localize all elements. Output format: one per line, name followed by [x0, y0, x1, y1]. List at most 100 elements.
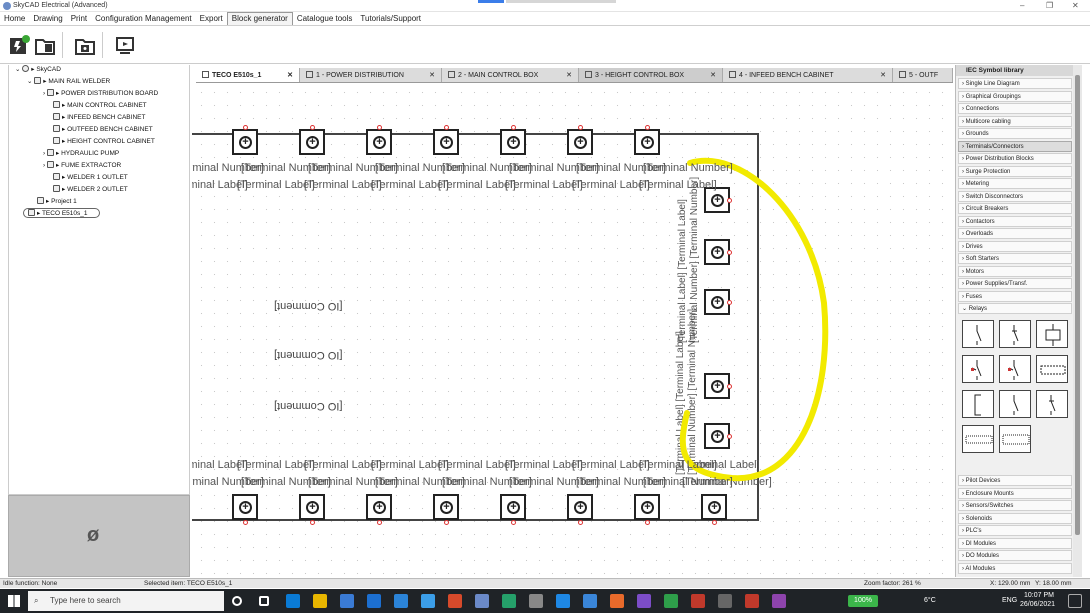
library-category[interactable]: › Grounds	[958, 128, 1072, 139]
terminal-bottom[interactable]: +	[366, 494, 392, 520]
app-icon[interactable]	[718, 594, 732, 608]
menu-print[interactable]: Print	[67, 12, 91, 25]
relay-symbol-nc-contact[interactable]	[999, 320, 1031, 348]
firefox-icon[interactable]	[610, 594, 624, 608]
terminal-number-label[interactable]: [Terminal Number]	[643, 162, 733, 174]
library-scrollbar[interactable]	[1073, 65, 1082, 577]
library-category[interactable]: › Pilot Devices	[958, 475, 1072, 486]
library-category[interactable]: › Sensors/Switches	[958, 500, 1072, 511]
scrollbar-thumb[interactable]	[1075, 75, 1080, 535]
library-category[interactable]: › Drives	[958, 240, 1072, 252]
connection-pin[interactable]	[727, 198, 732, 203]
connection-pin[interactable]	[727, 250, 732, 255]
minimize-icon[interactable]: –	[1020, 1, 1024, 10]
store-icon[interactable]	[340, 594, 354, 608]
library-category[interactable]: › PLC's	[958, 525, 1072, 536]
close-tab-icon[interactable]: ✕	[710, 68, 716, 82]
chrome-icon[interactable]	[502, 594, 516, 608]
relay-symbol-coil[interactable]	[1036, 320, 1068, 348]
terminal-label[interactable]: [Terminal Label]	[371, 459, 449, 471]
connection-pin[interactable]	[377, 520, 382, 525]
io-comment[interactable]: [IO Comment]	[274, 400, 342, 412]
edit-block-icon[interactable]	[74, 34, 96, 56]
skype-icon[interactable]	[556, 594, 570, 608]
connection-pin[interactable]	[243, 125, 248, 130]
menu-home[interactable]: Home	[0, 12, 29, 25]
connection-pin[interactable]	[727, 434, 732, 439]
app-icon[interactable]	[691, 594, 705, 608]
tree-project-main-rail-welder[interactable]: ⌄ ▸ MAIN RAIL WELDER	[27, 77, 110, 87]
terminal-top[interactable]: +	[299, 129, 325, 155]
terminal-label[interactable]: [Terminal Label]	[505, 459, 583, 471]
library-category[interactable]: › Metering	[958, 178, 1072, 189]
terminal-label[interactable]: [Terminal Label]	[237, 179, 315, 191]
library-category[interactable]: › Enclosure Mounts	[958, 487, 1072, 499]
connection-pin[interactable]	[511, 520, 516, 525]
taskbar-search-input[interactable]: ⌕ Type here to search	[28, 591, 224, 611]
relay-symbol-timer-nc[interactable]	[999, 355, 1031, 383]
menu-catalogue-tools[interactable]: Catalogue tools	[293, 12, 357, 25]
close-tab-icon[interactable]: ✕	[880, 68, 886, 82]
terminal-bottom[interactable]: +	[433, 494, 459, 520]
terminal-top[interactable]: +	[567, 129, 593, 155]
connection-pin[interactable]	[727, 384, 732, 389]
tab-infeed-bench-cabinet[interactable]: 4 - INFEED BENCH CABINET ✕	[723, 68, 893, 82]
close-tab-icon[interactable]: ✕	[566, 68, 572, 82]
io-comment[interactable]: [IO Comment]	[274, 300, 342, 312]
tree-item-welder-2-outlet[interactable]: ▸ WELDER 2 OUTLET	[53, 185, 128, 195]
terminal-label[interactable]: [Terminal Label]	[639, 459, 717, 471]
terminal-label[interactable]: [Terminal Label]	[438, 459, 516, 471]
battery-indicator[interactable]: 100%	[848, 595, 878, 607]
tree-item-power-distribution-board[interactable]: › ▸ POWER DISTRIBUTION BOARD	[43, 89, 158, 99]
tree-project-1[interactable]: ▸ Project 1	[37, 197, 77, 207]
connection-pin[interactable]	[578, 520, 583, 525]
library-category[interactable]: › Power Distribution Blocks	[958, 153, 1072, 164]
tree-item-selected-block[interactable]: ▸ TECO E510s_1	[23, 208, 101, 218]
terminal-top[interactable]: +	[366, 129, 392, 155]
library-category[interactable]: › DO Modules	[958, 550, 1072, 561]
terminal-label[interactable]: [Terminal Label]	[438, 179, 516, 191]
terminal-label[interactable]: [Terminal Label]	[237, 459, 315, 471]
language-indicator[interactable]: ENG	[1002, 597, 1017, 604]
relay-symbol-base-2[interactable]	[999, 425, 1031, 453]
terminal-bottom[interactable]: +	[299, 494, 325, 520]
weather-text[interactable]: 6°C	[924, 597, 936, 604]
library-category[interactable]: › DI Modules	[958, 537, 1072, 549]
tree-item-welder-1-outlet[interactable]: ▸ WELDER 1 OUTLET	[53, 173, 128, 183]
drawing-canvas[interactable]: [IO Comment] [IO Comment] [IO Comment] […	[192, 83, 953, 577]
terminal-bottom[interactable]: +	[232, 494, 258, 520]
tree-item-height-control-cabinet[interactable]: ▸ HEIGHT CONTROL CABINET	[53, 137, 155, 147]
connection-pin[interactable]	[377, 125, 382, 130]
relay-symbol-no-contact[interactable]	[962, 320, 994, 348]
io-comment[interactable]: [IO Comment]	[274, 349, 342, 361]
library-category[interactable]: › AI Modules	[958, 562, 1072, 574]
terminal-label[interactable]: [Terminal Label]	[304, 459, 382, 471]
terminal-label[interactable]: [Terminal Label]	[371, 179, 449, 191]
library-category[interactable]: › Soft Starters	[958, 253, 1072, 264]
terminal-top[interactable]: +	[232, 129, 258, 155]
open-block-icon[interactable]	[34, 34, 56, 56]
library-category[interactable]: › Graphical Groupings	[958, 90, 1072, 102]
connection-pin[interactable]	[645, 520, 650, 525]
terminal-bottom[interactable]: +	[567, 494, 593, 520]
menu-drawing[interactable]: Drawing	[29, 12, 66, 25]
terminal-top[interactable]: +	[634, 129, 660, 155]
relay-symbol-contact-2[interactable]	[999, 390, 1031, 418]
library-category[interactable]: › Single Line Diagram	[958, 78, 1072, 89]
relay-symbol-base[interactable]	[962, 425, 994, 453]
relay-symbol-timer-coil[interactable]	[1036, 355, 1068, 383]
terminal-label[interactable]: [Terminal Label]	[572, 459, 650, 471]
tab-main-control-box[interactable]: 2 - MAIN CONTROL BOX ✕	[442, 68, 579, 82]
office-icon[interactable]	[448, 594, 462, 608]
library-category[interactable]: › Multicore cabling	[958, 115, 1072, 127]
close-tab-icon[interactable]: ✕	[429, 68, 435, 82]
relay-symbol-contact-3[interactable]	[1036, 390, 1068, 418]
terminal-label[interactable]: [Terminal Label]	[572, 179, 650, 191]
library-category[interactable]: › Motors	[958, 265, 1072, 277]
tab-outfeed[interactable]: 5 - OUTF	[893, 68, 953, 82]
zoom-icon[interactable]	[583, 594, 597, 608]
menu-export[interactable]: Export	[196, 12, 227, 25]
app-icon[interactable]	[664, 594, 678, 608]
terminal-label[interactable]: [Terminal Label]	[304, 179, 382, 191]
library-category[interactable]: › Solenoids	[958, 512, 1072, 524]
